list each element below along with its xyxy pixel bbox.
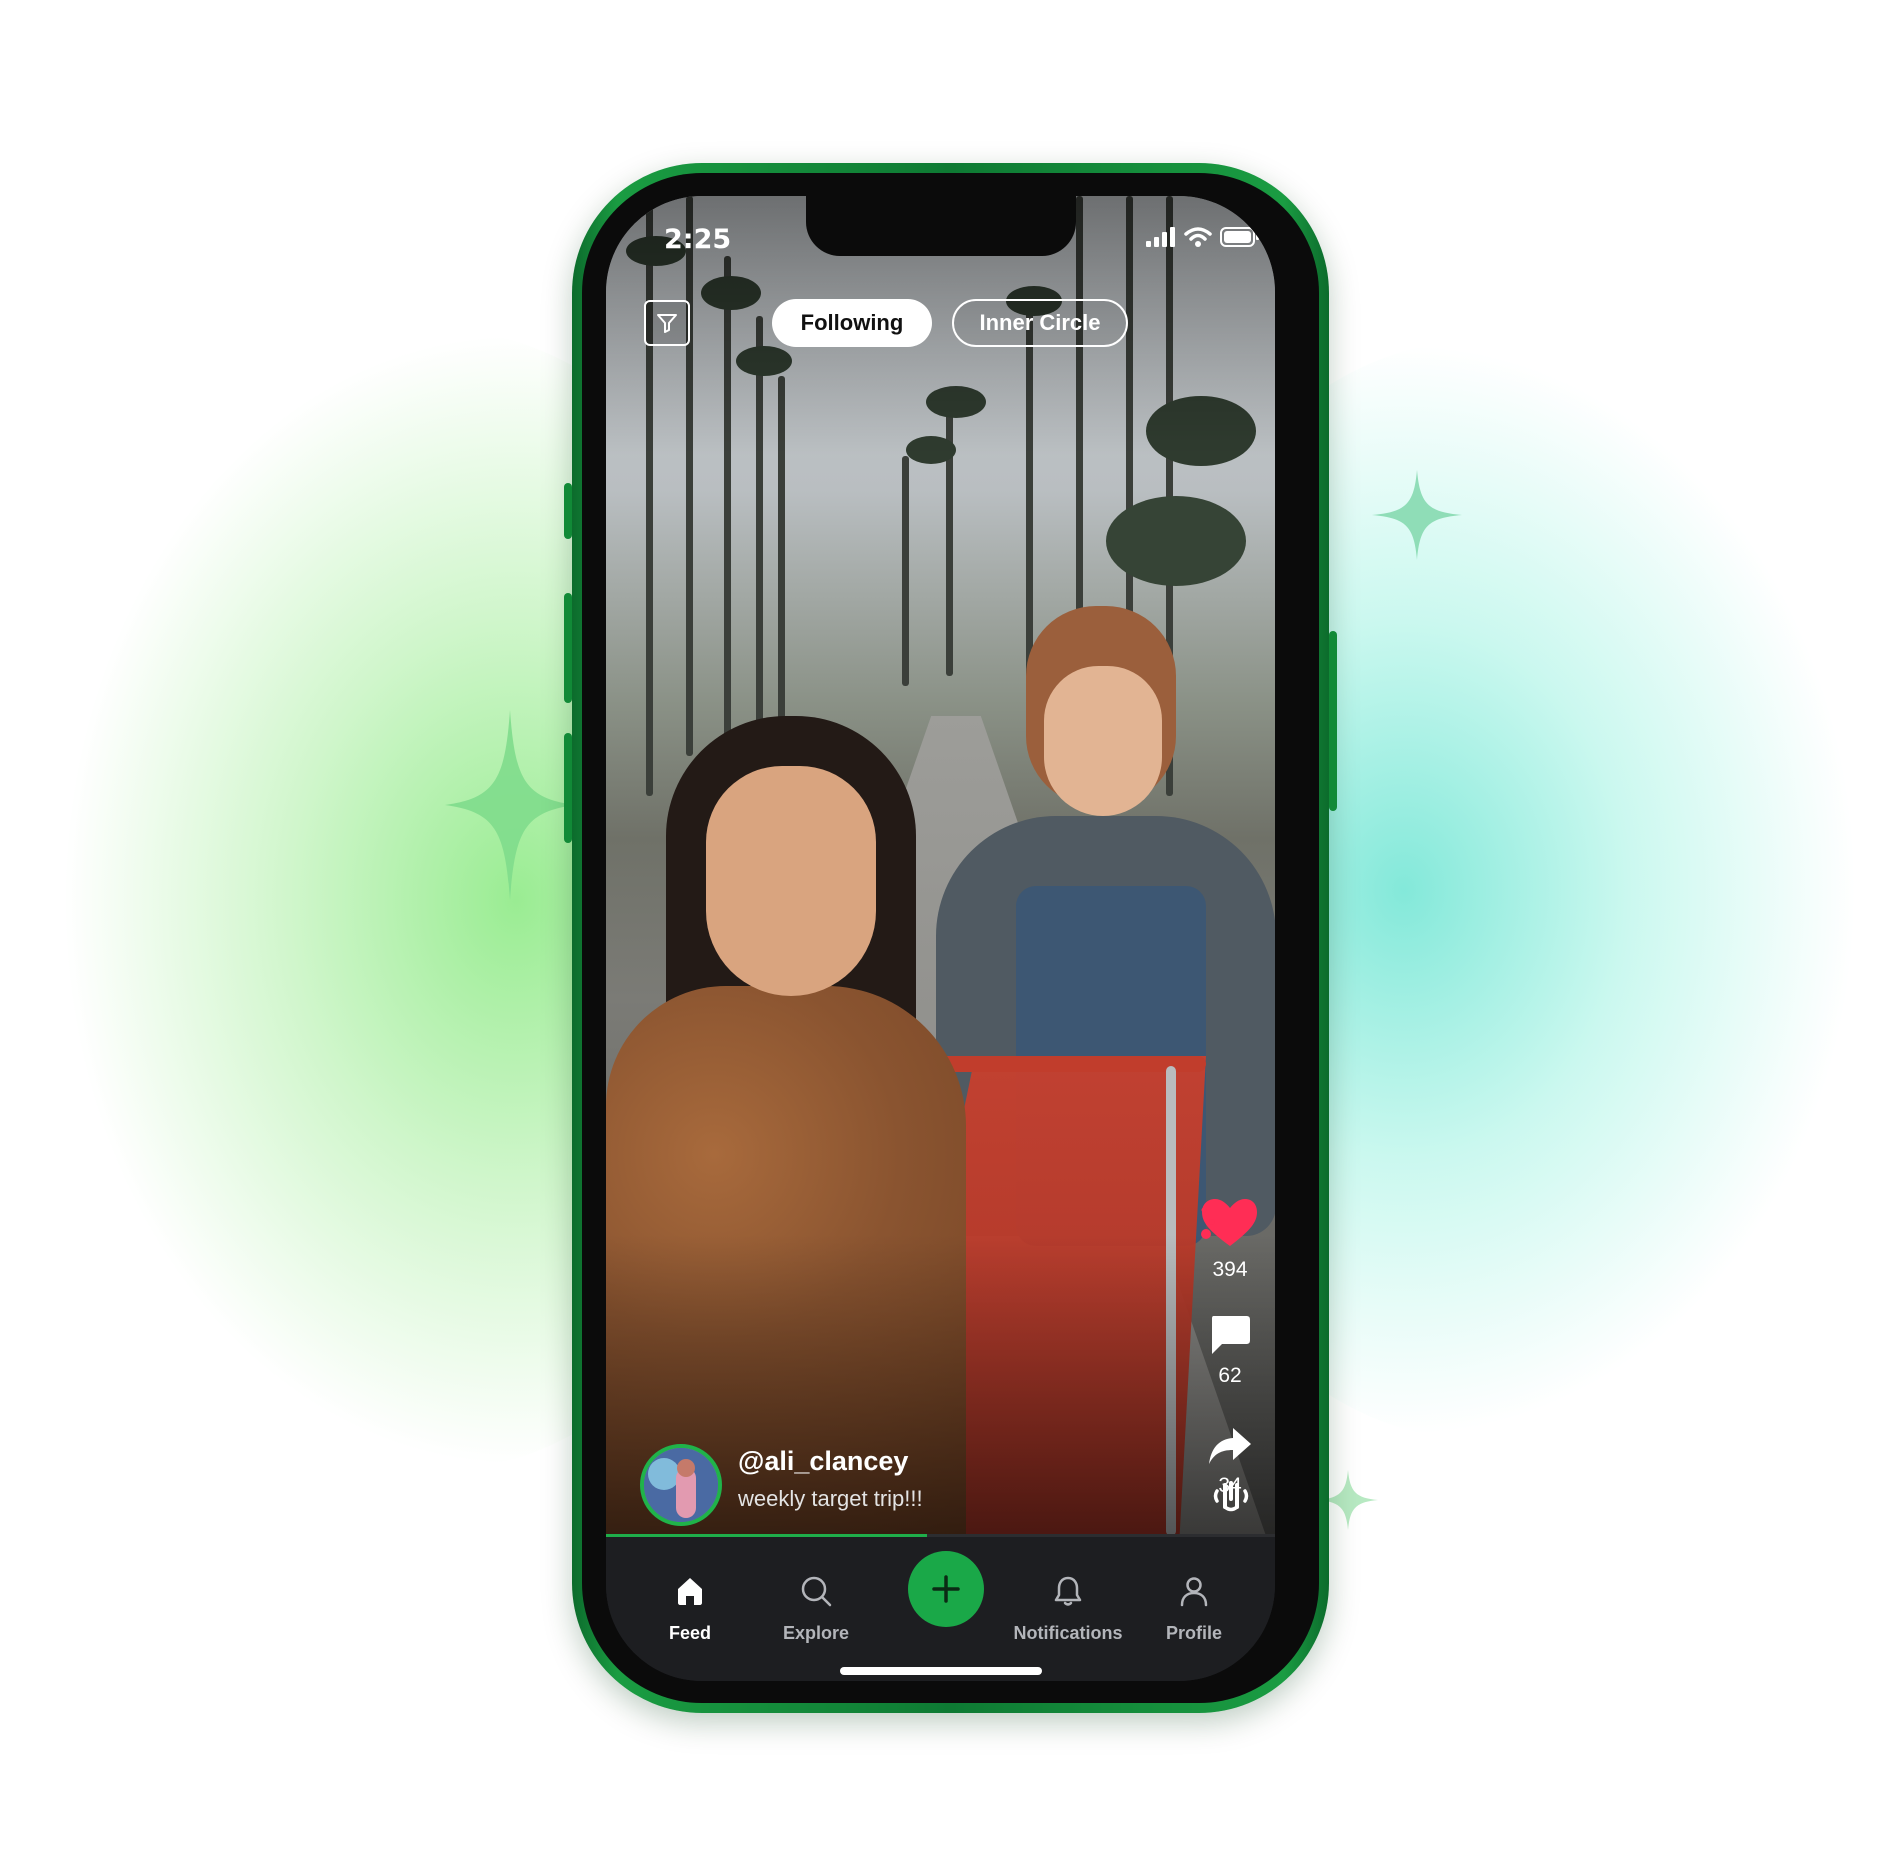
face (706, 766, 876, 996)
nav-label-profile: Profile (1165, 1623, 1222, 1643)
bell-icon (1054, 1576, 1082, 1606)
nav-label-notifications: Notifications (1013, 1623, 1123, 1643)
video-post[interactable] (606, 196, 1275, 1534)
like-button[interactable]: 394 (1200, 1196, 1260, 1282)
tab-following[interactable]: Following (772, 299, 932, 347)
author-username[interactable]: @ali_clancey (738, 1446, 908, 1477)
bottom-nav: Feed Explore Notifications Profile (606, 1537, 1275, 1681)
palm-tree (902, 456, 909, 686)
like-count: 394 (1212, 1258, 1248, 1281)
comment-button[interactable]: 62 (1200, 1314, 1260, 1388)
nav-label-feed: Feed (668, 1623, 711, 1643)
phone-button (1329, 631, 1337, 811)
notch (806, 196, 1076, 256)
plus-icon (932, 1575, 960, 1603)
comment-icon (1212, 1316, 1250, 1354)
create-post-button[interactable] (908, 1551, 984, 1627)
search-icon (801, 1576, 832, 1607)
user-icon (1180, 1577, 1208, 1607)
nav-label-explore: Explore (782, 1623, 850, 1643)
filter-icon (657, 314, 677, 333)
home-icon (678, 1578, 702, 1605)
avatar-photo (644, 1448, 718, 1522)
tree-canopy (1106, 496, 1246, 586)
comment-count: 62 (1218, 1364, 1242, 1387)
phone-button (564, 593, 572, 703)
battery-icon (1220, 227, 1259, 247)
filter-button[interactable] (644, 300, 690, 346)
status-time: 2:25 (664, 224, 732, 255)
wifi-icon (1184, 227, 1212, 247)
home-indicator (840, 1667, 1042, 1675)
app-screen: 2:25 Following Inner Circle 394 62 @ali_… (606, 196, 1275, 1681)
phone-button (564, 483, 572, 539)
signal-icon (1146, 227, 1175, 247)
tab-inner-circle[interactable]: Inner Circle (952, 299, 1128, 347)
phone-frame: 2:25 Following Inner Circle 394 62 @ali_… (564, 163, 1337, 1713)
phone-button (564, 733, 572, 843)
share-icon (1209, 1428, 1251, 1464)
post-caption: weekly target trip!!! (738, 1486, 923, 1511)
status-icons (1146, 226, 1260, 248)
sparkle-icon (1372, 470, 1462, 560)
sparkle-icon (445, 710, 575, 900)
author-avatar[interactable] (640, 1444, 722, 1526)
heart-icon (1201, 1199, 1257, 1246)
sound-wave-icon[interactable] (1211, 1479, 1251, 1513)
face (1044, 666, 1162, 816)
